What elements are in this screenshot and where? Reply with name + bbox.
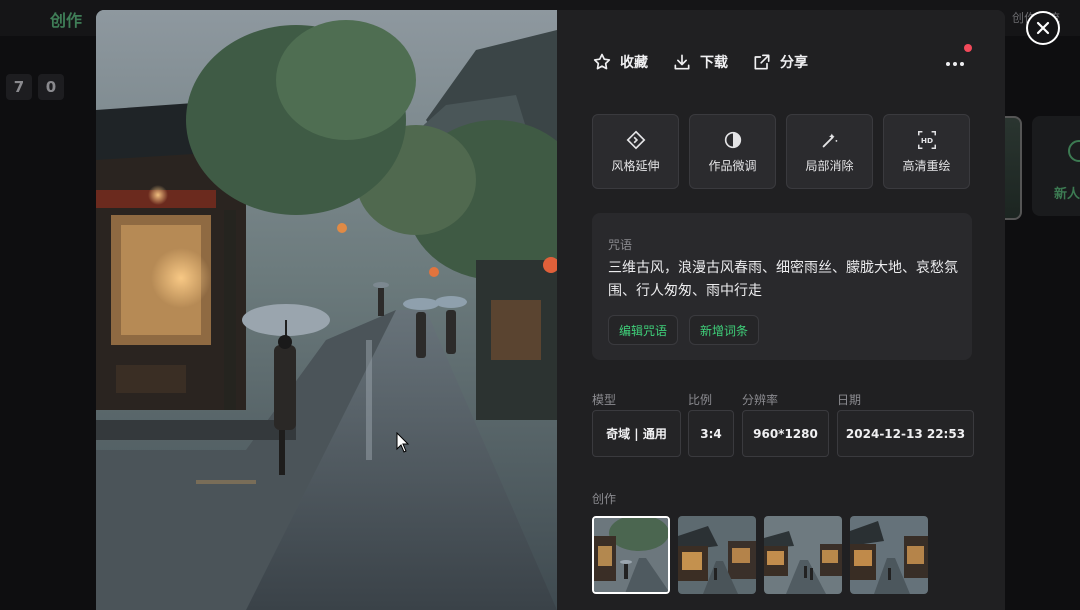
star-icon: [593, 53, 611, 70]
hd-icon: HD: [917, 131, 936, 149]
more-dot-icon: [960, 62, 964, 66]
prompt-text: 三维古风，浪漫古风春雨、细密雨丝、朦胧大地、哀愁氛围、行人匆匆、雨中行走: [608, 260, 958, 299]
works-thumbnails: [592, 516, 928, 594]
thumbnail-image: [850, 516, 928, 594]
thumbnail-image: [594, 518, 668, 592]
image-detail-modal: 收藏 下载 分享 风格延伸 作品微调 局部消除 HD 高清重绘 咒语 三维古风，…: [96, 10, 1005, 610]
prompt-box: 咒语 三维古风，浪漫古风春雨、细密雨丝、朦胧大地、哀愁氛围、行人匆匆、雨中行走 …: [592, 213, 972, 360]
counter-digit: 7: [6, 74, 32, 100]
generated-image[interactable]: [96, 10, 557, 610]
favorite-button[interactable]: 收藏: [592, 52, 648, 72]
more-dot-icon: [946, 62, 950, 66]
background-card: [1002, 116, 1022, 220]
background-new-label: 新人: [1054, 187, 1080, 202]
share-label: 分享: [780, 55, 808, 71]
tool-label: 作品微调: [708, 159, 757, 173]
background-counter: 7 0: [6, 74, 64, 100]
add-term-button[interactable]: 新增词条: [689, 315, 760, 345]
info-panel: 收藏 下载 分享 风格延伸 作品微调 局部消除 HD 高清重绘 咒语 三维古风，…: [557, 10, 1005, 610]
date-label: 日期: [837, 393, 862, 407]
date-value: 2024-12-13 22:53: [837, 410, 974, 457]
tool-style-extend[interactable]: 风格延伸: [592, 114, 679, 189]
tool-hd-redraw[interactable]: HD 高清重绘: [883, 114, 970, 189]
work-thumbnail[interactable]: [850, 516, 928, 594]
close-icon: [1036, 21, 1050, 35]
tool-fine-tune[interactable]: 作品微调: [689, 114, 776, 189]
works-label: 创作: [592, 492, 617, 506]
work-thumbnail[interactable]: [592, 516, 670, 594]
thumbnail-image: [764, 516, 842, 594]
tool-label: 高清重绘: [902, 159, 951, 173]
ratio-value: 3:4: [688, 410, 734, 457]
tool-partial-erase[interactable]: 局部消除: [786, 114, 873, 189]
close-button[interactable]: [1026, 11, 1060, 45]
tool-grid: 风格延伸 作品微调 局部消除 HD 高清重绘: [592, 114, 970, 189]
counter-digit: 0: [38, 74, 64, 100]
half-circle-icon: [724, 131, 741, 149]
favorite-label: 收藏: [620, 55, 648, 71]
share-button[interactable]: 分享: [752, 52, 808, 72]
download-label: 下载: [700, 55, 728, 71]
thumbnail-image: [678, 516, 756, 594]
notification-dot: [964, 44, 972, 52]
background-tab-create: 创作: [50, 11, 83, 30]
model-label: 模型: [592, 393, 617, 407]
svg-text:HD: HD: [920, 136, 932, 145]
download-button[interactable]: 下载: [672, 52, 728, 72]
share-icon: [754, 54, 770, 70]
prompt-label: 咒语: [608, 238, 633, 252]
more-options-button[interactable]: [943, 54, 967, 74]
tool-label: 局部消除: [805, 159, 854, 173]
mouse-cursor-icon: [396, 432, 410, 453]
work-thumbnail[interactable]: [678, 516, 756, 594]
magic-wand-icon: [822, 133, 837, 148]
diamond-arrows-icon: [626, 130, 645, 150]
resolution-label: 分辨率: [742, 393, 779, 407]
edit-prompt-button[interactable]: 编辑咒语: [608, 315, 679, 345]
more-dot-icon: [953, 62, 957, 66]
ratio-label: 比例: [688, 393, 713, 407]
work-thumbnail[interactable]: [764, 516, 842, 594]
model-value: 奇域 | 通用: [592, 410, 681, 457]
tool-label: 风格延伸: [611, 159, 660, 173]
resolution-value: 960*1280: [742, 410, 829, 457]
download-icon: [674, 54, 690, 70]
action-bar: 收藏 下载 分享: [592, 52, 832, 72]
rainy-street-illustration: [96, 10, 557, 610]
